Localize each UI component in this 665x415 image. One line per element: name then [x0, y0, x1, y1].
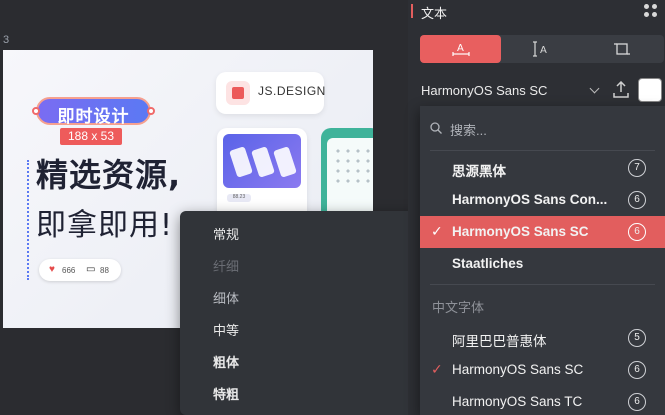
weight-count-badge: 6 [628, 223, 646, 241]
font-family-select[interactable]: HarmonyOS Sans SC [420, 77, 602, 104]
divider [430, 284, 655, 285]
brand-card: JS.DESIGN [216, 72, 326, 114]
font-option[interactable]: HarmonyOS Sans TC 6 [420, 386, 665, 415]
font-name: 阿里巴巴普惠体 [452, 334, 547, 349]
resize-handle-left[interactable] [32, 107, 40, 115]
section-accent [411, 4, 413, 18]
selected-tag-layer[interactable]: 即时设计 [36, 97, 151, 127]
weight-light[interactable]: 细体 [213, 288, 239, 307]
weight-medium[interactable]: 中等 [213, 320, 239, 339]
headline-line2[interactable]: 即拿即用! [36, 200, 173, 244]
text-auto-width-icon: A [452, 43, 470, 56]
text-box-guide [27, 160, 29, 280]
font-option[interactable]: 思源黑体 7 [420, 152, 665, 184]
font-option[interactable]: HarmonyOS Sans Con... 6 [420, 184, 665, 216]
weight-count-badge: 7 [628, 159, 646, 177]
font-name: 思源黑体 [452, 164, 506, 179]
tag-text: 即时设计 [57, 107, 130, 127]
mini-phone-image [251, 146, 275, 178]
stats-pill: ♥ 666 ▭ 88 [39, 259, 121, 281]
dot-grid-image [333, 146, 373, 186]
weight-thin: 纤细 [213, 260, 240, 275]
fixed-frame-icon [614, 43, 630, 55]
divider [430, 150, 655, 151]
mini-phone-image [273, 146, 297, 178]
font-search [420, 114, 665, 144]
chevron-down-icon [589, 83, 600, 94]
comments-count: 88 [100, 266, 109, 275]
weight-bold[interactable]: 粗体 [213, 352, 239, 371]
check-icon: ✓ [431, 361, 443, 377]
auto-height-tab[interactable]: A [501, 35, 582, 63]
font-name: HarmonyOS Sans TC [452, 394, 583, 409]
font-option[interactable]: Staatliches [420, 248, 665, 280]
preview-chip: 88.23 [227, 194, 251, 202]
gift-icon [226, 81, 250, 105]
brand-card-text: JS.DESIGN [258, 84, 326, 98]
size-badge: 188 x 53 [60, 128, 122, 145]
font-family-value: HarmonyOS Sans SC [421, 83, 548, 98]
font-search-input[interactable] [450, 119, 650, 141]
font-name: HarmonyOS Sans SC [452, 224, 589, 239]
more-options-icon[interactable] [644, 4, 658, 18]
weight-count-badge: 6 [628, 361, 646, 379]
group-label: 中文字体 [432, 300, 485, 315]
weight-regular[interactable]: 常规 [213, 224, 239, 243]
text-mode-segmented-control: A A [420, 35, 664, 63]
heart-icon: ♥ [49, 264, 55, 275]
font-family-dropdown: 思源黑体 7 HarmonyOS Sans Con... 6 ✓ Harmony… [420, 106, 665, 415]
headline-line1[interactable]: 精选资源, [36, 150, 181, 196]
phone-screen-image [223, 134, 301, 188]
resize-handle-right[interactable] [147, 107, 155, 115]
svg-text:A: A [457, 43, 464, 54]
font-option-selected[interactable]: ✓ HarmonyOS Sans SC 6 [420, 216, 665, 248]
weight-count-badge: 5 [628, 329, 646, 347]
auto-width-tab[interactable]: A [420, 35, 501, 63]
font-name: HarmonyOS Sans Con... [452, 192, 608, 207]
check-icon: ✓ [431, 223, 443, 239]
font-name: Staatliches [452, 256, 524, 271]
mini-phone-image [229, 146, 253, 178]
weight-count-badge: 6 [628, 393, 646, 411]
text-color-swatch[interactable] [638, 78, 662, 102]
panel-title: 文本 [421, 7, 448, 22]
text-auto-height-icon: A [533, 41, 547, 57]
search-icon [430, 122, 442, 134]
fixed-size-tab[interactable] [582, 35, 663, 63]
upload-font-icon[interactable] [613, 81, 629, 99]
font-weight-menu: 常规 纤细 细体 中等 粗体 特粗 [180, 211, 420, 415]
frame-number: 3 [3, 34, 10, 46]
weight-count-badge: 6 [628, 191, 646, 209]
comment-icon: ▭ [86, 264, 96, 275]
font-option[interactable]: ✓ HarmonyOS Sans SC 6 [420, 354, 665, 386]
weight-heavy[interactable]: 特粗 [213, 384, 239, 403]
font-name: HarmonyOS Sans SC [452, 362, 584, 377]
font-option[interactable]: 阿里巴巴普惠体 5 [420, 322, 665, 354]
svg-text:A: A [540, 45, 547, 56]
likes-count: 666 [62, 266, 76, 275]
